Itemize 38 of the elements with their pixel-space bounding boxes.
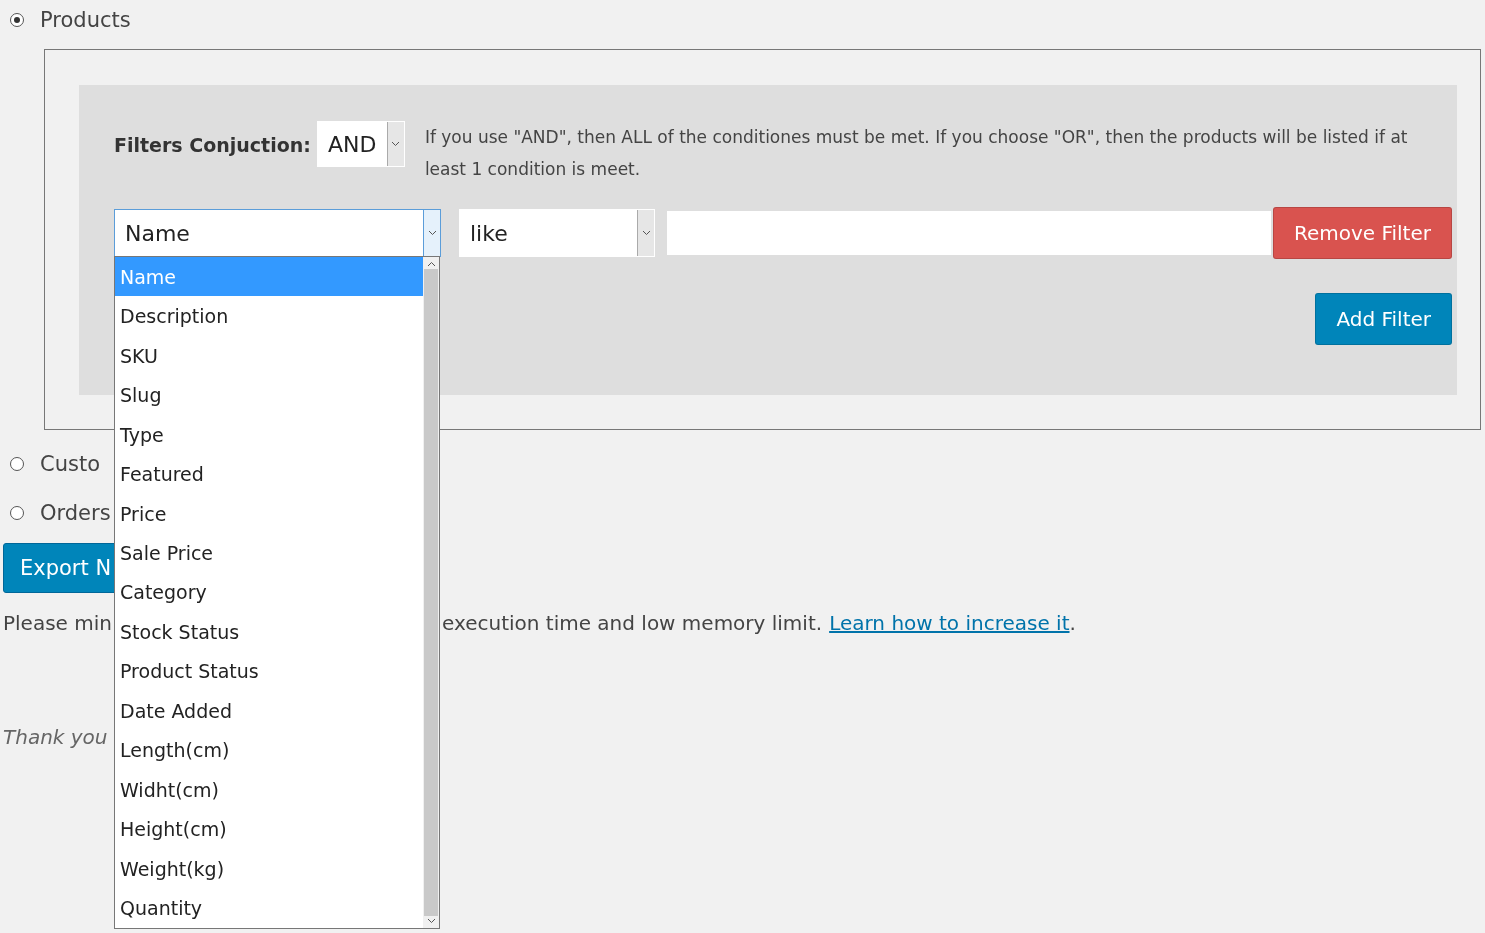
help-text: If you use "AND", then ALL of the conditiones must be met. If you choose "OR", then the products will be listed if at least 1 condition is meet. — [424, 126, 1409, 181]
learn-more-link[interactable]: Learn how to increase it — [829, 611, 1070, 635]
notice-text: execution time and low memory limit. — [442, 611, 823, 635]
dropdown-option[interactable]: Widht(cm) — [115, 770, 423, 810]
dropdown-option[interactable]: Quantity — [115, 888, 423, 928]
thanks-text: Thank you — [3, 725, 109, 749]
radio-label: Orders — [40, 501, 111, 525]
chevron-down-icon — [641, 230, 651, 236]
dropdown-option[interactable]: SKU — [115, 335, 423, 376]
remove-filter-button[interactable]: Remove Filter — [1272, 207, 1452, 259]
chevron-up-icon — [426, 261, 436, 267]
scrollbar[interactable] — [423, 257, 439, 928]
dropdown-option[interactable]: Type — [115, 414, 423, 455]
radio-button[interactable] — [10, 506, 24, 520]
dropdown-option[interactable]: Description — [115, 296, 423, 336]
operator-select[interactable]: like — [459, 209, 655, 257]
dropdown-option[interactable]: Date Added — [115, 691, 423, 731]
conjunction-select[interactable]: AND — [316, 121, 405, 167]
dropdown-option[interactable]: Height(cm) — [115, 809, 423, 850]
chevron-down-icon — [427, 230, 437, 236]
radio-label: Products — [40, 8, 131, 32]
dropdown-option[interactable]: Stock Status — [115, 612, 423, 652]
radio-button[interactable] — [10, 457, 24, 471]
dropdown-option[interactable]: Weight(kg) — [115, 849, 423, 889]
conjunction-label: Filters Conjuction: — [114, 134, 311, 156]
radio-button[interactable] — [10, 13, 24, 27]
radio-label: Custo — [40, 452, 100, 476]
dropdown-option[interactable]: Price — [115, 493, 423, 534]
period-text: . — [1069, 611, 1076, 635]
dropdown-option[interactable]: Product Status — [115, 651, 423, 692]
notice-text: Please min — [3, 611, 112, 635]
dropdown-option[interactable]: Slug — [115, 375, 423, 415]
value-field[interactable] — [667, 211, 1271, 255]
chevron-down-icon — [391, 141, 401, 147]
chevron-down-icon — [426, 918, 436, 924]
add-filter-button[interactable]: Add Filter — [1315, 293, 1452, 345]
dropdown-option[interactable]: Length(cm) — [115, 730, 423, 771]
dropdown-option[interactable]: Featured — [115, 454, 423, 494]
